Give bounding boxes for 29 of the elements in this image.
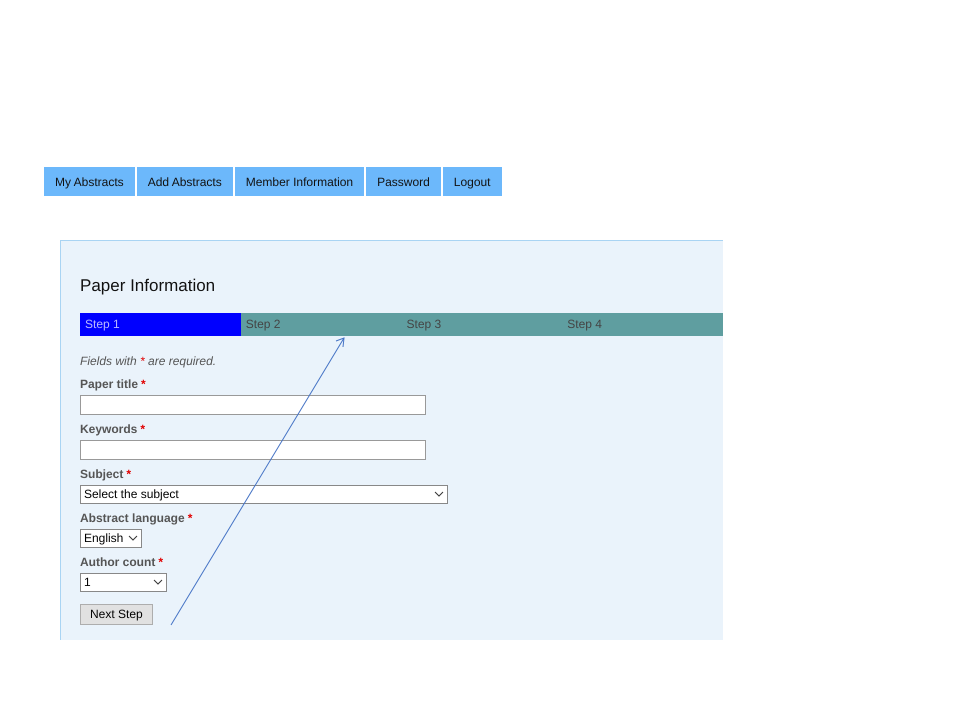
- required-mark: *: [141, 376, 146, 392]
- field-label: Keywords: [80, 420, 138, 438]
- select-value: Select the subject: [84, 486, 179, 503]
- chevron-down-icon: [153, 579, 163, 585]
- panel-title: Paper Information: [80, 275, 216, 297]
- text-field[interactable]: [80, 394, 426, 414]
- chevron-down-icon: [128, 535, 138, 541]
- nav-tab[interactable]: Logout: [442, 167, 502, 196]
- required-mark: *: [158, 554, 163, 570]
- field-label: Abstract language: [80, 510, 185, 526]
- nav-tab[interactable]: Password: [366, 167, 441, 196]
- nav-tab[interactable]: Member Information: [234, 167, 364, 196]
- next-step-button[interactable]: Next Step: [80, 604, 153, 624]
- field-label: Author count: [80, 554, 156, 570]
- select-field[interactable]: Select the subject: [80, 484, 448, 504]
- field-label: Paper title: [80, 376, 138, 392]
- select-field[interactable]: English: [80, 528, 142, 548]
- nav-tab[interactable]: My Abstracts: [44, 167, 135, 196]
- required-mark: *: [140, 420, 146, 438]
- select-value: English: [84, 530, 124, 547]
- required-note: Fields with * are required.: [80, 352, 218, 370]
- nav-tab[interactable]: Add Abstracts: [136, 167, 233, 196]
- required-mark: *: [126, 466, 132, 482]
- field-label: Subject: [80, 466, 124, 482]
- chevron-down-icon: [434, 491, 444, 497]
- text-field[interactable]: [80, 440, 426, 460]
- required-mark: *: [188, 510, 192, 526]
- select-value: 1: [84, 574, 91, 591]
- select-field[interactable]: 1: [80, 572, 167, 592]
